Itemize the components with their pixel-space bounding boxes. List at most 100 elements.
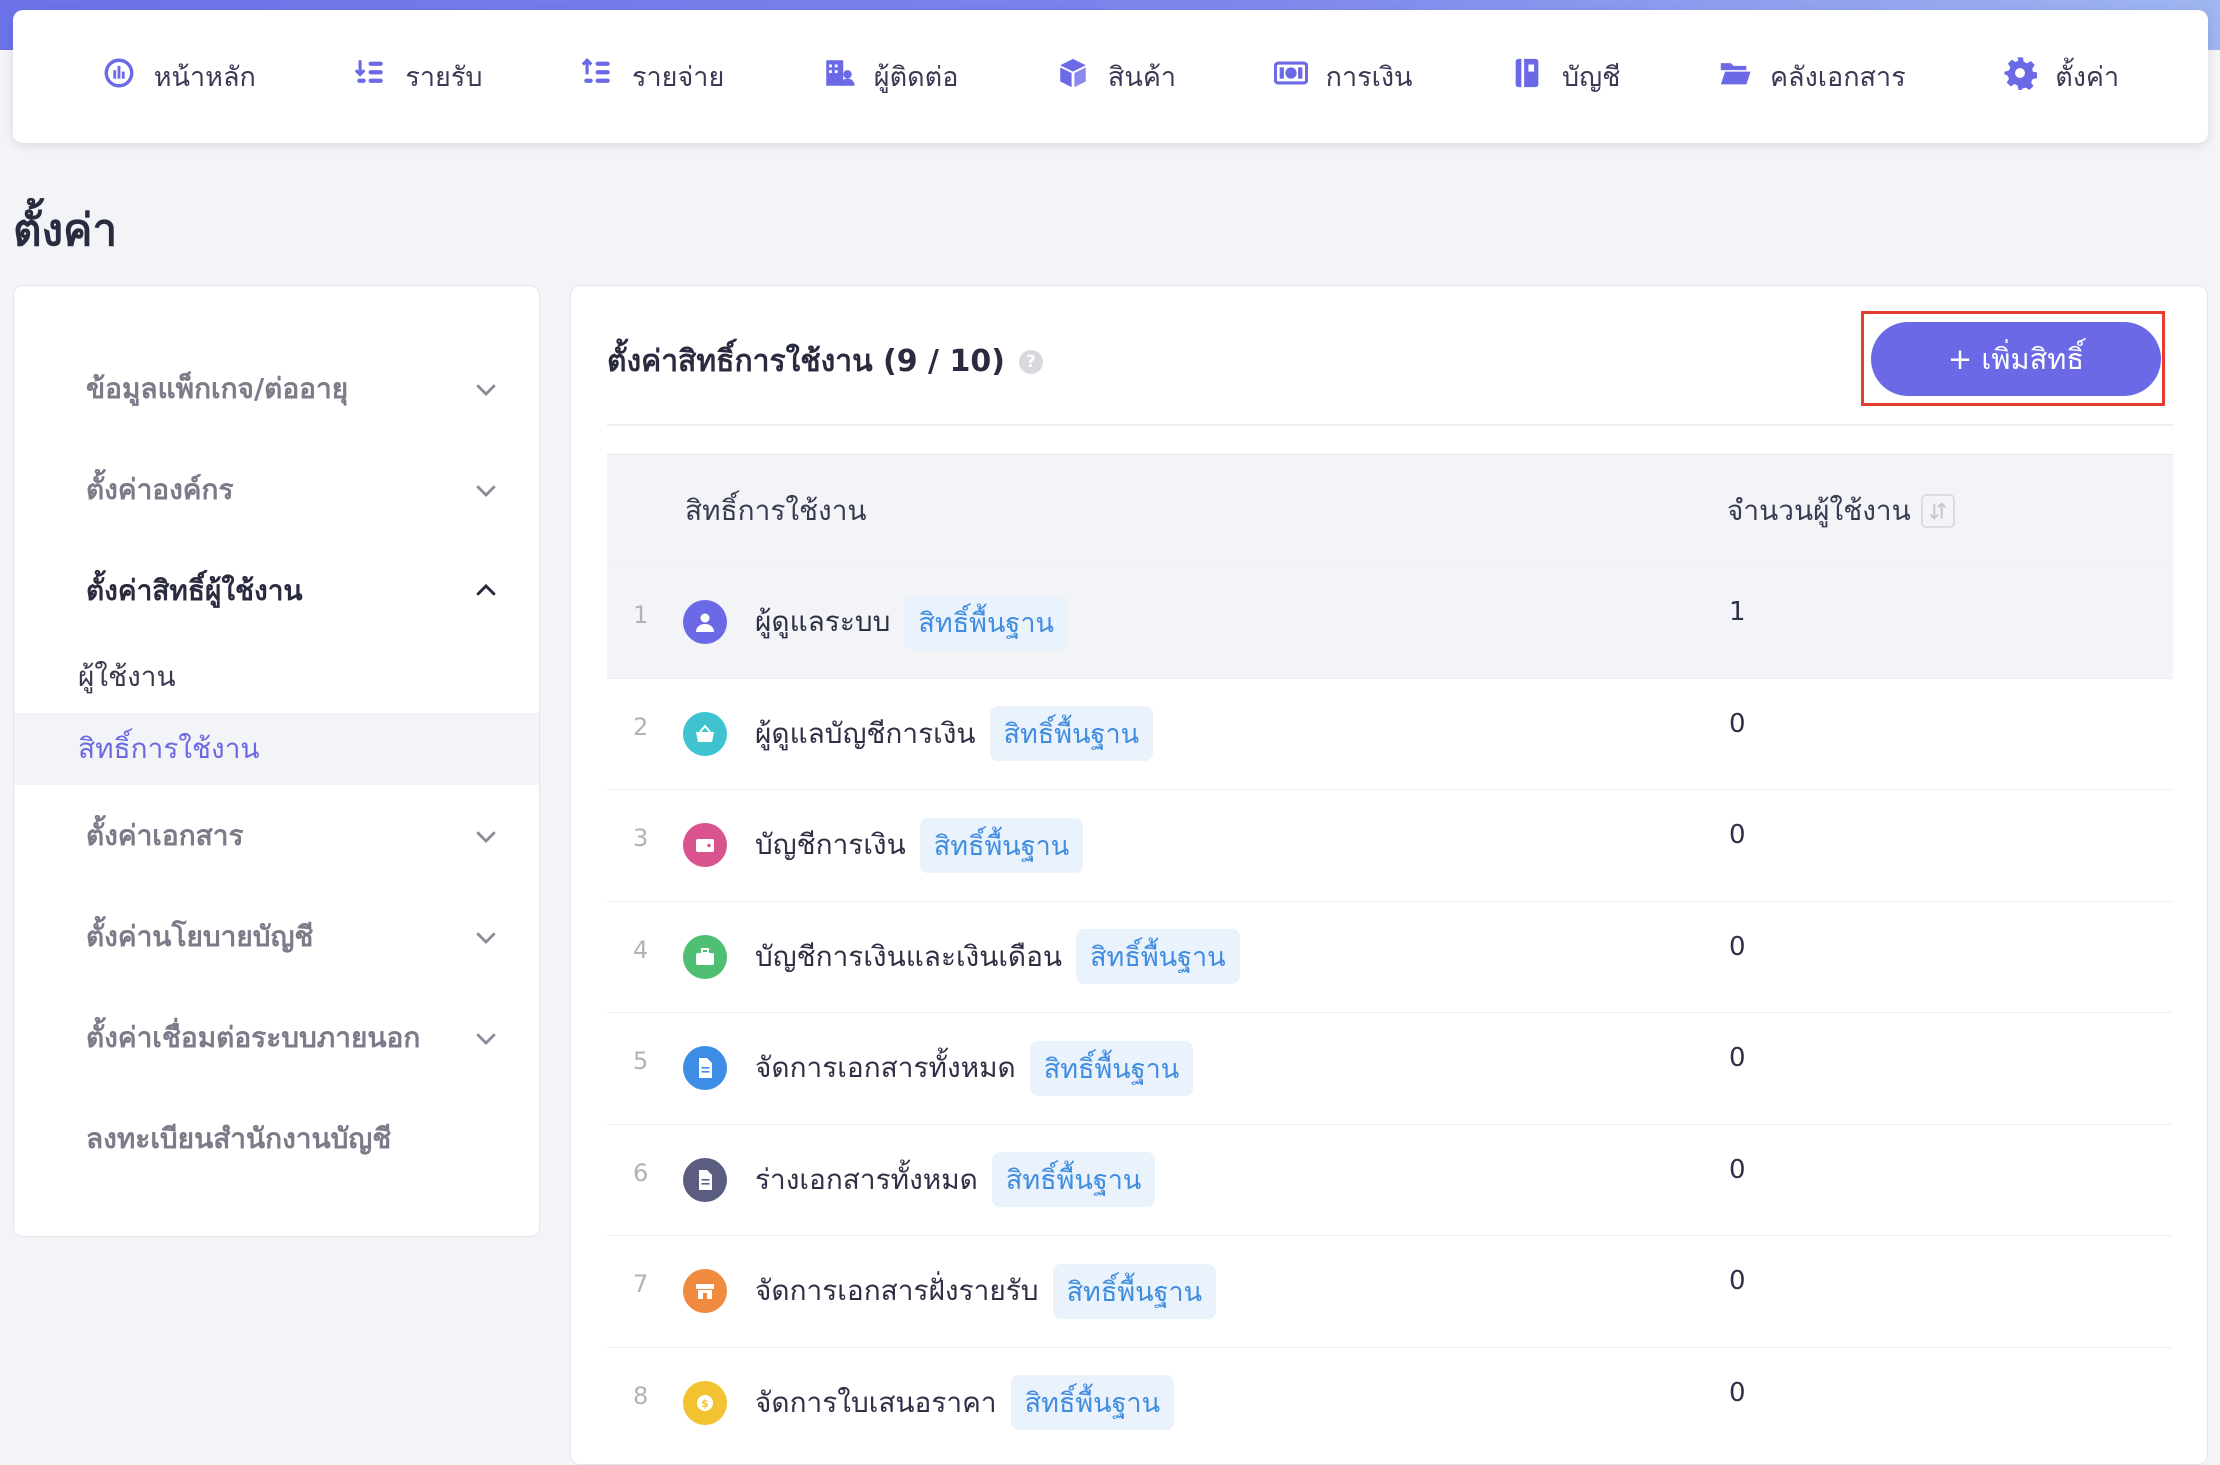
column-header-user-count[interactable]: จำนวนผู้ใช้งาน	[1727, 489, 1955, 533]
table-row[interactable]: 1 ผู้ดูแลระบบ สิทธิ์พื้นฐาน 1	[607, 566, 2173, 678]
nav-item-finance[interactable]: การเงิน	[1273, 55, 1412, 98]
chevron-down-icon	[476, 383, 496, 396]
basic-permission-badge: สิทธิ์พื้นฐาน	[989, 706, 1154, 762]
row-number: 2	[633, 712, 649, 741]
coin-icon: $	[683, 1380, 727, 1425]
document-icon	[683, 1046, 727, 1091]
settings-sidebar: ข้อมูลแพ็กเกจ/ต่ออายุ ตั้งค่าองค์กร ตั้ง…	[13, 285, 540, 1237]
basic-permission-badge: สิทธิ์พื้นฐาน	[1029, 1040, 1194, 1096]
table-row[interactable]: 2 ผู้ดูแลบัญชีการเงิน สิทธิ์พื้นฐาน 0	[607, 677, 2173, 790]
table-row[interactable]: 7 จัดการเอกสารฝั่งรายรับ สิทธิ์พื้นฐาน 0	[607, 1235, 2173, 1347]
permission-name-cell: จัดการเอกสารทั้งหมด สิทธิ์พื้นฐาน	[755, 1040, 1194, 1096]
nav-item-income[interactable]: รายรับ	[353, 55, 482, 98]
nav-item-label: สินค้า	[1107, 62, 1177, 93]
row-number: 7	[633, 1270, 649, 1298]
sidebar-subitem-permissions[interactable]: สิทธิ์การใช้งาน	[14, 713, 539, 785]
folder-icon	[1718, 56, 1752, 97]
nav-item-label: บัญชี	[1561, 62, 1621, 93]
basic-permission-badge: สิทธิ์พื้นฐาน	[904, 594, 1068, 650]
contacts-icon	[822, 56, 856, 97]
permission-name-cell: จัดการใบเสนอราคา สิทธิ์พื้นฐาน	[755, 1375, 1175, 1431]
table-row[interactable]: 3 บัญชีการเงิน สิทธิ์พื้นฐาน 0	[607, 789, 2173, 901]
sidebar-item-label: ลงทะเบียนสำนักงานบัญชี	[86, 1121, 392, 1155]
basic-permission-badge: สิทธิ์พื้นฐาน	[991, 1152, 1156, 1208]
basic-permission-badge: สิทธิ์พื้นฐาน	[1052, 1263, 1217, 1319]
table-row[interactable]: 5 จัดการเอกสารทั้งหมด สิทธิ์พื้นฐาน 0	[607, 1012, 2173, 1124]
permission-name-cell: บัญชีการเงินและเงินเดือน สิทธิ์พื้นฐาน	[755, 929, 1240, 985]
row-number: 8	[633, 1381, 649, 1410]
sidebar-item-package[interactable]: ข้อมูลแพ็กเกจ/ต่ออายุ	[14, 338, 539, 439]
permission-name: ผู้ดูแลระบบ	[755, 605, 891, 639]
nav-item-documents[interactable]: คลังเอกสาร	[1718, 55, 1906, 98]
gear-icon	[2003, 56, 2038, 97]
sidebar-item-label: ตั้งค่าเอกสาร	[86, 818, 244, 852]
user-count: 0	[1729, 1043, 1746, 1073]
sidebar-item-user-permissions[interactable]: ตั้งค่าสิทธิ์ผู้ใช้งาน	[14, 540, 539, 641]
column-header-label: จำนวนผู้ใช้งาน	[1727, 493, 1911, 527]
wallet-icon	[683, 823, 727, 868]
table-row[interactable]: 6 ร่างเอกสารทั้งหมด สิทธิ์พื้นฐาน 0	[607, 1123, 2173, 1236]
dashboard-icon	[102, 56, 136, 97]
table-header: สิทธิ์การใช้งาน จำนวนผู้ใช้งาน	[607, 454, 2173, 566]
sidebar-item-label: ตั้งค่านโยบายบัญชี	[86, 919, 314, 953]
permission-name: จัดการเอกสารฝั่งรายรับ	[755, 1274, 1039, 1308]
chevron-down-icon	[476, 484, 496, 497]
expense-icon	[580, 56, 614, 97]
user-count: 0	[1729, 1266, 1746, 1296]
basic-permission-badge: สิทธิ์พื้นฐาน	[1010, 1375, 1175, 1431]
sidebar-item-integrations[interactable]: ตั้งค่าเชื่อมต่อระบบภายนอก	[14, 987, 539, 1088]
nav-item-accounting[interactable]: บัญชี	[1510, 55, 1620, 98]
product-box-icon	[1056, 56, 1090, 97]
store-icon	[683, 1269, 727, 1314]
permission-name: ผู้ดูแลบัญชีการเงิน	[755, 716, 976, 750]
chevron-up-icon	[476, 583, 496, 596]
income-icon	[353, 56, 387, 97]
chevron-down-icon	[476, 931, 496, 944]
sidebar-subitem-users[interactable]: ผู้ใช้งาน	[14, 641, 539, 713]
draft-document-icon	[683, 1157, 727, 1202]
sidebar-item-organization[interactable]: ตั้งค่าองค์กร	[14, 439, 539, 540]
permission-name: ร่างเอกสารทั้งหมด	[755, 1162, 978, 1196]
nav-item-expense[interactable]: รายจ่าย	[580, 55, 724, 98]
basic-permission-badge: สิทธิ์พื้นฐาน	[919, 817, 1084, 873]
nav-item-products[interactable]: สินค้า	[1056, 55, 1176, 98]
table-row[interactable]: 8 $ จัดการใบเสนอราคา สิทธิ์พื้นฐาน 0	[607, 1346, 2173, 1459]
user-count: 0	[1729, 1377, 1746, 1408]
permission-name: จัดการเอกสารทั้งหมด	[755, 1051, 1016, 1085]
admin-user-icon	[683, 600, 727, 645]
help-icon[interactable]: ?	[1018, 349, 1043, 374]
sidebar-item-documents[interactable]: ตั้งค่าเอกสาร	[14, 785, 539, 886]
nav-item-label: ตั้งค่า	[2055, 62, 2120, 93]
sidebar-item-accounting-policy[interactable]: ตั้งค่านโยบายบัญชี	[14, 886, 539, 987]
row-number: 5	[633, 1047, 649, 1075]
chevron-down-icon	[476, 830, 496, 843]
row-number: 4	[633, 935, 649, 964]
permission-name: บัญชีการเงินและเงินเดือน	[755, 939, 1063, 973]
permission-name-cell: บัญชีการเงิน สิทธิ์พื้นฐาน	[755, 817, 1084, 873]
sidebar-item-register-office[interactable]: ลงทะเบียนสำนักงานบัญชี	[14, 1088, 539, 1189]
add-permission-button[interactable]: + เพิ่มสิทธิ์	[1871, 322, 2161, 396]
permission-name: บัญชีการเงิน	[755, 828, 906, 862]
permission-name-cell: ผู้ดูแลบัญชีการเงิน สิทธิ์พื้นฐาน	[755, 706, 1154, 762]
nav-item-label: หน้าหลัก	[153, 62, 256, 93]
top-navbar: หน้าหลัก รายรับ รายจ่าย ผู้ติดต่อ สินค้า…	[13, 10, 2208, 143]
table-row[interactable]: 4 บัญชีการเงินและเงินเดือน สิทธิ์พื้นฐาน…	[607, 900, 2173, 1013]
basket-icon	[683, 711, 727, 756]
page-title: ตั้งค่า	[13, 205, 118, 256]
divider	[607, 424, 2173, 426]
nav-item-settings[interactable]: ตั้งค่า	[2003, 55, 2119, 98]
sidebar-item-label: ข้อมูลแพ็กเกจ/ต่ออายุ	[86, 371, 349, 405]
nav-item-home[interactable]: หน้าหลัก	[102, 55, 256, 98]
row-number: 6	[633, 1158, 649, 1187]
permission-name-cell: ผู้ดูแลระบบ สิทธิ์พื้นฐาน	[755, 594, 1068, 650]
svg-text:$: $	[701, 1397, 709, 1410]
nav-item-label: ผู้ติดต่อ	[873, 62, 959, 93]
sidebar-item-label: ตั้งค่าเชื่อมต่อระบบภายนอก	[86, 1020, 421, 1054]
permission-name: จัดการใบเสนอราคา	[755, 1385, 997, 1419]
sort-icon[interactable]	[1920, 493, 1955, 528]
nav-item-label: รายรับ	[405, 62, 483, 93]
card-title-text: ตั้งค่าสิทธิ์การใช้งาน (9 / 10)	[607, 344, 1005, 379]
nav-item-contacts[interactable]: ผู้ติดต่อ	[822, 55, 959, 98]
nav-item-label: คลังเอกสาร	[1769, 62, 1906, 93]
ledger-icon	[1510, 56, 1544, 97]
